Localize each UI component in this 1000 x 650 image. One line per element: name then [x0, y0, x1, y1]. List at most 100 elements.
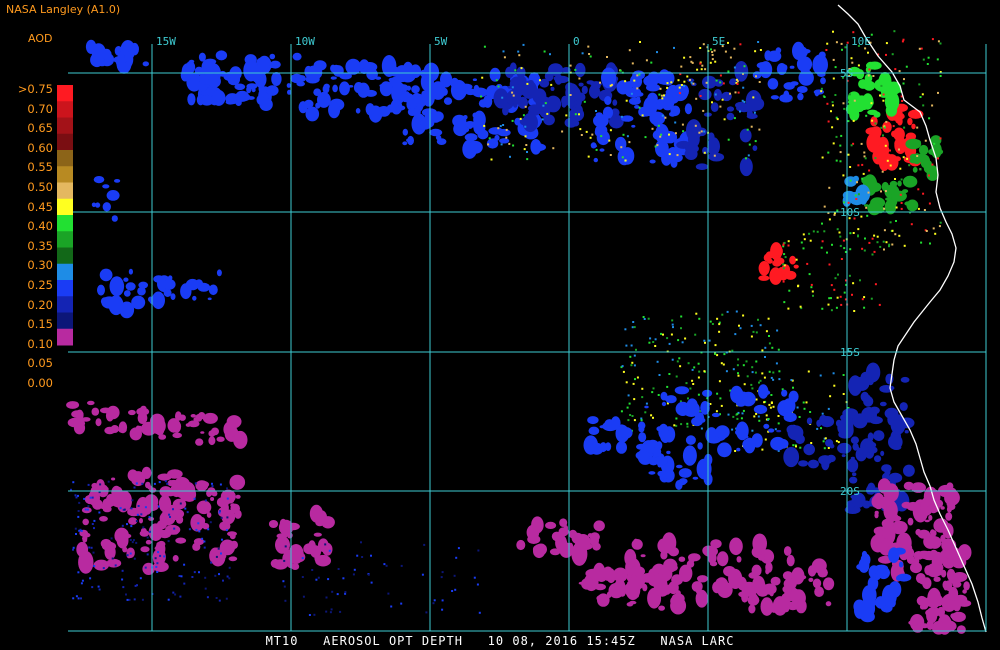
aerosol-pixel	[644, 411, 647, 414]
aerosol-cell	[873, 503, 879, 507]
aerosol-pixel	[673, 424, 676, 427]
aerosol-pixel	[148, 516, 151, 519]
aerosol-cell	[895, 116, 901, 124]
aerosol-pixel	[687, 397, 689, 400]
aerosol-pixel	[370, 554, 372, 557]
aerosol-pixel	[765, 414, 768, 417]
aerosol-pixel	[580, 134, 583, 136]
aerosol-pixel	[693, 366, 696, 369]
aerosol-pixel	[852, 119, 855, 122]
aerosol-pixel	[680, 84, 683, 86]
aerosol-pixel	[671, 358, 674, 361]
aerosol-pixel	[633, 364, 636, 367]
aerosol-pixel	[861, 177, 864, 180]
aerosol-pixel	[650, 414, 653, 417]
aerosol-pixel	[732, 368, 735, 371]
aerosol-cell	[903, 464, 915, 477]
aerosol-pixel	[636, 74, 639, 77]
legend-swatch	[57, 133, 73, 151]
aerosol-pixel	[777, 422, 780, 425]
aerosol-cell	[246, 69, 262, 81]
aerosol-pixel	[718, 323, 721, 326]
aerosol-pixel	[894, 233, 897, 236]
aerosol-cell	[763, 423, 770, 429]
aerosol-cell	[789, 255, 796, 265]
aerosol-pixel	[721, 313, 724, 316]
aerosol-pixel	[589, 55, 592, 58]
aerosol-cell	[783, 412, 797, 423]
aerosol-pixel	[77, 510, 80, 512]
aerosol-pixel	[284, 599, 287, 602]
aerosol-pixel	[390, 605, 393, 608]
aerosol-pixel	[802, 401, 805, 404]
map-footer: MT10 AEROSOL OPT DEPTH 10 08, 2016 15:45…	[0, 634, 1000, 648]
aerosol-pixel	[625, 381, 628, 384]
aerosol-pixel	[636, 376, 639, 379]
aerosol-pixel	[899, 167, 902, 170]
aerosol-pixel	[662, 333, 664, 336]
aerosol-pixel	[867, 191, 870, 194]
aerosol-cell	[952, 599, 962, 612]
aerosol-cell	[216, 269, 222, 277]
aerosol-pixel	[139, 577, 142, 580]
aerosol-pixel	[541, 118, 544, 121]
aerosol-cell	[906, 501, 920, 511]
aerosol-pixel	[579, 128, 582, 131]
aerosol-cell	[783, 446, 800, 468]
aerosol-pixel	[630, 344, 633, 347]
aerosol-pixel	[421, 573, 424, 576]
aerosol-cell	[908, 139, 921, 146]
aerosol-pixel	[770, 402, 773, 404]
aerosol-pixel	[225, 529, 228, 532]
aerosol-pixel	[645, 59, 648, 62]
aerosol-cell	[196, 500, 212, 515]
aerosol-cell	[950, 613, 956, 619]
aerosol-pixel	[129, 552, 132, 555]
aerosol-pixel	[827, 447, 830, 449]
aerosol-pixel	[588, 53, 591, 55]
aerosol-cell	[850, 436, 860, 445]
aerosol-cell	[140, 405, 147, 411]
aerosol-pixel	[885, 53, 887, 56]
aerosol-pixel	[920, 241, 923, 244]
aerosol-cell	[717, 551, 729, 567]
aerosol-pixel	[714, 60, 717, 63]
aerosol-cell	[81, 507, 92, 514]
aerosol-cell	[160, 474, 168, 481]
aerosol-cell	[119, 425, 124, 430]
aerosol-cell	[76, 541, 89, 558]
aerosol-pixel	[809, 411, 812, 413]
aerosol-pixel	[918, 47, 921, 50]
aerosol-pixel	[923, 209, 926, 211]
aerosol-pixel	[621, 156, 624, 159]
aerosol-pixel	[849, 93, 851, 96]
aerosol-pixel	[483, 45, 486, 48]
aerosol-pixel	[632, 382, 635, 385]
aerosol-pixel	[656, 144, 659, 147]
aerosol-pixel	[820, 427, 822, 430]
aerosol-pixel	[77, 571, 80, 574]
aerosol-pixel	[733, 66, 736, 69]
aerosol-pixel	[681, 341, 684, 344]
aerosol-pixel	[854, 194, 857, 197]
aerosol-cell	[305, 106, 320, 122]
aerosol-pixel	[432, 602, 435, 605]
aerosol-pixel	[188, 528, 191, 531]
aerosol-cell	[204, 67, 215, 77]
aerosol-cell	[655, 139, 669, 158]
legend-swatch	[57, 312, 73, 330]
aerosol-pixel	[591, 133, 594, 136]
aerosol-cell	[472, 87, 488, 98]
aerosol-cell	[849, 476, 858, 484]
aerosol-cell	[619, 424, 624, 428]
aerosol-cell	[881, 527, 895, 539]
aerosol-cell	[790, 588, 801, 603]
aerosol-pixel	[683, 56, 686, 59]
aerosol-cell	[784, 270, 797, 280]
aerosol-pixel	[736, 364, 739, 367]
aerosol-cell	[93, 176, 105, 184]
aerosol-pixel	[754, 50, 757, 53]
aerosol-pixel	[849, 248, 852, 251]
aerosol-cell	[878, 72, 892, 91]
aerosol-pixel	[636, 87, 639, 90]
